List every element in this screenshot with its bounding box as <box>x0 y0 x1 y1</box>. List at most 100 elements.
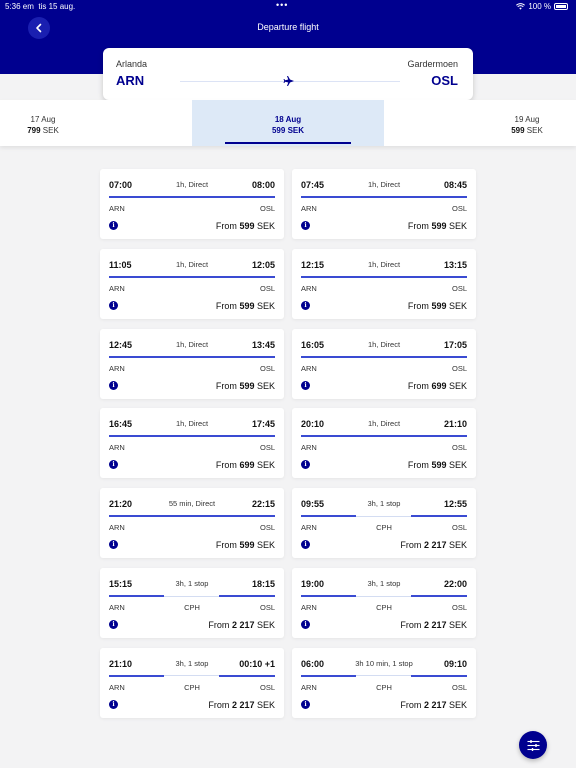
flight-card[interactable]: 16:45 1h, Direct 17:45 ARN OSL i From 699 SEK <box>100 408 284 479</box>
date-label: 19 Aug <box>514 115 540 124</box>
page-title: Departure flight <box>257 22 319 32</box>
arrival-time: 08:00 <box>251 180 275 190</box>
price-prefix: From <box>400 540 422 551</box>
route-segment <box>109 196 275 198</box>
info-icon[interactable]: i <box>109 300 118 310</box>
info-icon[interactable]: i <box>109 380 118 390</box>
route-segment-1 <box>301 674 356 677</box>
price-prefix: From <box>215 380 237 391</box>
wifi-icon <box>516 3 526 10</box>
route-segment <box>109 515 275 518</box>
info-icon[interactable]: i <box>301 460 310 470</box>
price-value: 599 <box>431 300 447 311</box>
origin-code: ARN <box>301 204 317 213</box>
date-price-value: 599 <box>271 126 286 135</box>
flight-card[interactable]: 06:00 3h 10 min, 1 stop 09:10 ARN CPH OSL i Fro… <box>292 647 476 718</box>
destination-code: OSL <box>259 363 275 373</box>
date-price-currency: SEK <box>526 126 543 135</box>
price-prefix: From <box>208 620 230 630</box>
date-price-value: 599 <box>511 126 525 135</box>
info-icon[interactable]: i <box>301 699 310 709</box>
arrival-time: 22:00 <box>443 579 467 589</box>
price-prefix: From <box>208 699 230 710</box>
info-icon[interactable]: i <box>301 221 310 230</box>
price-value: 2 217 <box>423 620 447 630</box>
destination-code: OSL <box>451 363 467 373</box>
flight-card[interactable]: 07:00 1h, Direct 08:00 ARN OSL i From 599 SEK <box>100 169 284 239</box>
stopover-code: CPH <box>376 682 392 692</box>
price-prefix: From <box>407 460 429 471</box>
date-tab-18-aug[interactable]: 18 Aug 599 SEK <box>192 100 384 146</box>
info-icon[interactable]: i <box>109 540 118 550</box>
price-value: 699 <box>431 380 447 391</box>
price-value: 599 <box>431 460 447 471</box>
flight-card[interactable]: 20:10 1h, Direct 21:10 ARN OSL i From 599 SEK <box>292 408 476 479</box>
status-time: 5:36 em tis 15 aug. <box>5 2 75 11</box>
price-currency: SEK <box>256 460 275 471</box>
price-prefix: From <box>215 460 237 471</box>
destination-code: OSL <box>451 682 467 692</box>
flight-card[interactable]: 15:15 3h, 1 stop 18:15 ARN CPH OSL i From 2 217… <box>100 568 284 638</box>
flight-card[interactable]: 11:05 1h, Direct 12:05 ARN OSL i From 599 SEK <box>100 248 284 319</box>
flight-card[interactable]: 09:55 3h, 1 stop 12:55 ARN CPH OSL i From 2 217… <box>292 488 476 559</box>
info-icon[interactable]: i <box>301 540 310 550</box>
multitask-dots-icon[interactable]: ••• <box>276 0 288 10</box>
flight-card[interactable]: 07:45 1h, Direct 08:45 ARN OSL i From 599 SEK <box>292 169 476 239</box>
date-tab-19-aug[interactable]: 19 Aug 599 SEK <box>384 100 576 146</box>
origin-code: ARN <box>301 283 317 293</box>
layover-segment <box>356 515 411 517</box>
info-icon[interactable]: i <box>301 380 310 390</box>
layover-segment <box>356 675 411 677</box>
info-icon[interactable]: i <box>109 620 118 629</box>
origin-code: ARN <box>109 363 125 373</box>
info-icon[interactable]: i <box>301 300 310 310</box>
flight-card[interactable]: 19:00 3h, 1 stop 22:00 ARN CPH OSL i From 2 217… <box>292 568 476 638</box>
price-value: 599 <box>239 380 255 391</box>
flight-price: From 599 SEK <box>216 540 275 550</box>
price-prefix: From <box>407 300 429 311</box>
price-value: 2 217 <box>423 699 447 710</box>
date-tab-17-aug[interactable]: 17 Aug 799 SEK <box>0 100 192 146</box>
price-currency: SEK <box>256 699 275 710</box>
date-price-currency: SEK <box>287 126 305 135</box>
filter-button[interactable] <box>519 731 547 759</box>
price-currency: SEK <box>256 380 275 391</box>
arrival-time: 17:45 <box>251 419 275 430</box>
destination-code: OSL <box>259 443 275 453</box>
price-prefix: From <box>215 300 237 311</box>
info-icon[interactable]: i <box>109 699 118 709</box>
price-prefix: From <box>407 380 429 391</box>
info-icon[interactable]: i <box>109 460 118 470</box>
origin-city: Arlanda <box>116 59 148 69</box>
date-price-currency: SEK <box>42 126 59 135</box>
info-icon[interactable]: i <box>301 620 310 629</box>
flight-price: From 2 217 SEK <box>400 540 467 550</box>
flight-card[interactable]: 21:10 3h, 1 stop 00:10 +1 ARN CPH OSL i From 2 … <box>100 647 284 718</box>
route-segment <box>109 275 275 278</box>
flight-price: From 699 SEK <box>408 381 467 391</box>
destination-code: OSL <box>259 283 275 293</box>
arrival-time: 08:45 <box>443 180 467 190</box>
price-currency: SEK <box>256 221 275 231</box>
route-segment-2 <box>219 595 275 597</box>
flight-card[interactable]: 16:05 1h, Direct 17:05 ARN OSL i From 699 SEK <box>292 328 476 399</box>
flight-card[interactable]: 12:15 1h, Direct 13:15 ARN OSL i From 599 SEK <box>292 248 476 319</box>
flight-price: From 2 217 SEK <box>400 700 467 710</box>
destination-code: OSL <box>451 523 467 533</box>
arrival-time: 17:05 <box>443 339 467 350</box>
destination-code: OSL <box>259 523 275 533</box>
date-selector: 17 Aug 799 SEK 18 Aug 599 SEK 19 Aug 599… <box>0 100 576 146</box>
flight-card[interactable]: 21:20 55 min, Direct 22:15 ARN OSL i From 599 … <box>100 488 284 559</box>
flight-card[interactable]: 12:45 1h, Direct 13:45 ARN OSL i From 599 SEK <box>100 328 284 399</box>
origin-code: ARN <box>301 443 317 453</box>
arrival-time: 13:45 <box>251 339 275 350</box>
route-segment <box>301 355 467 358</box>
battery-percent: 100 % <box>528 2 551 11</box>
destination-city: Gardermoen <box>407 59 458 69</box>
price-prefix: From <box>215 221 237 231</box>
price-currency: SEK <box>256 540 275 551</box>
route-segment-1 <box>109 595 164 597</box>
battery-icon <box>554 3 568 10</box>
flight-price: From 2 217 SEK <box>208 700 275 710</box>
info-icon[interactable]: i <box>109 221 118 230</box>
